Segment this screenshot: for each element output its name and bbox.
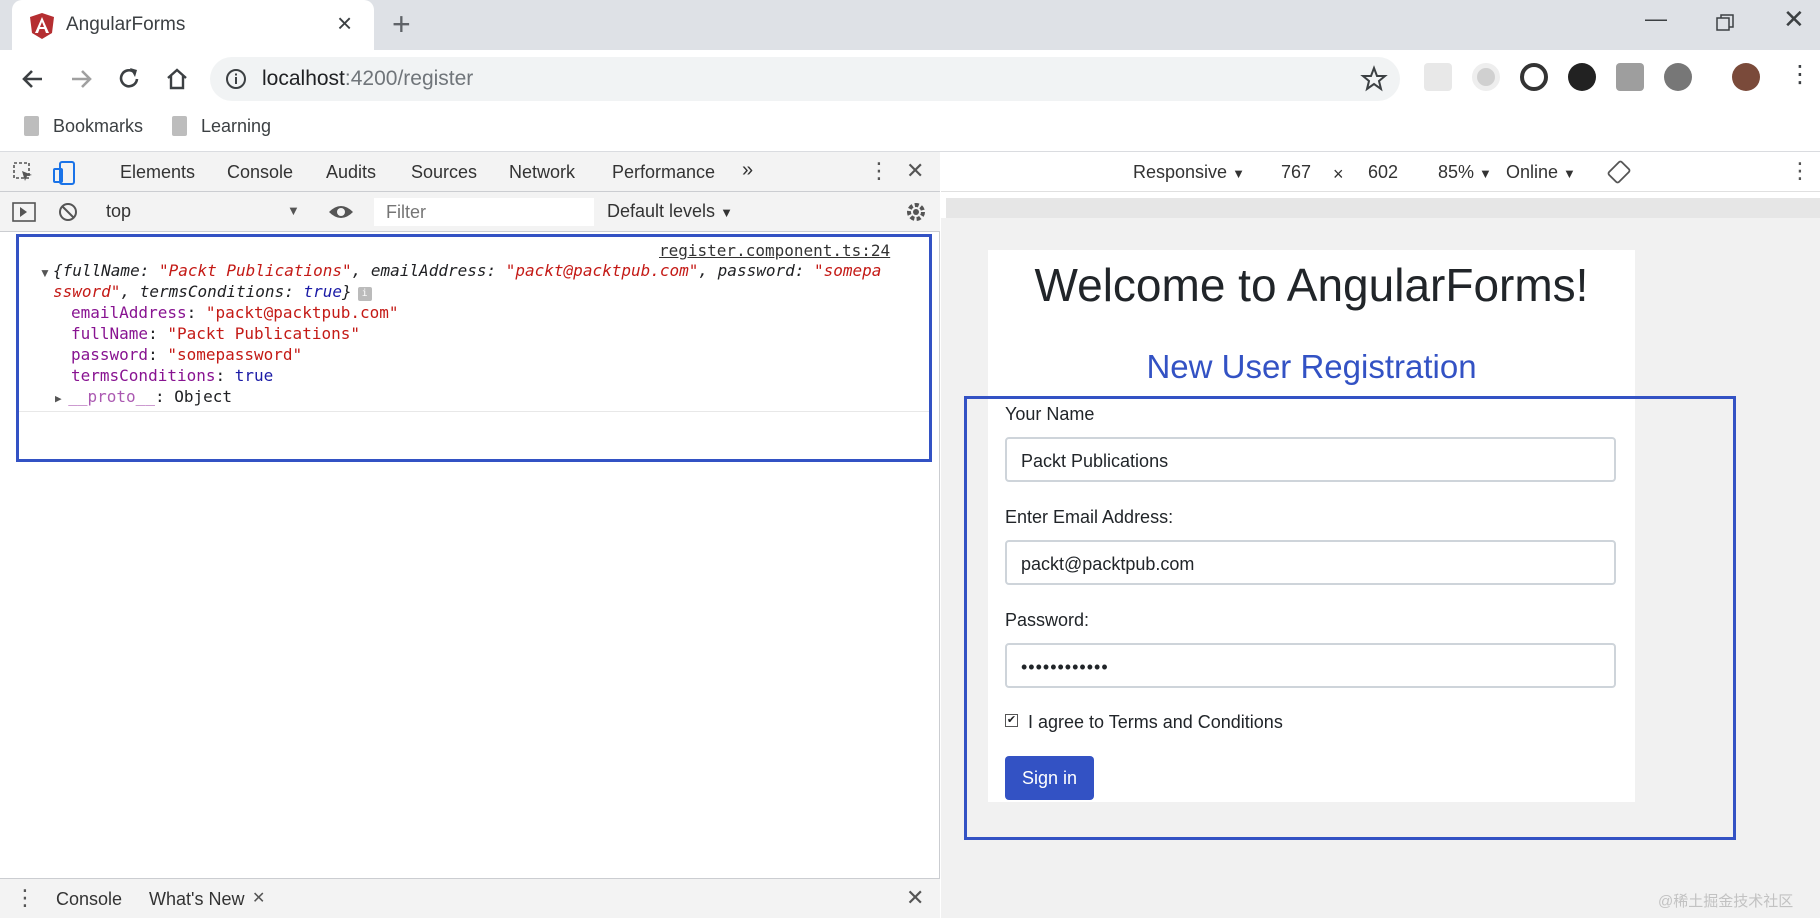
clear-console-icon[interactable]: [56, 200, 80, 224]
folder-icon: [172, 116, 187, 136]
tab-strip: AngularForms × + — ✕: [0, 0, 1820, 50]
name-field[interactable]: Packt Publications: [1005, 437, 1616, 482]
new-tab-icon[interactable]: +: [392, 8, 411, 40]
password-label: Password:: [1005, 610, 1090, 630]
device-toggle-icon[interactable]: [52, 160, 76, 186]
height-input[interactable]: 602: [1352, 158, 1414, 186]
media-query-ruler: [946, 198, 1820, 218]
object-property: emailAddress: "packt@packtpub.com": [71, 303, 399, 322]
object-proto[interactable]: ▶ __proto__: Object: [55, 387, 232, 406]
source-link[interactable]: register.component.ts:24: [659, 241, 890, 260]
drawer-tab-console[interactable]: Console: [56, 889, 122, 910]
settings-gear-icon[interactable]: [904, 200, 928, 224]
reload-icon[interactable]: [112, 62, 146, 96]
browser-toolbar: localhost:4200/register ⋮: [0, 50, 1820, 106]
network-dropdown[interactable]: Online ▼: [1506, 162, 1576, 183]
devtools-tabs: Elements Console Audits Sources Network …: [0, 152, 940, 194]
console-toolbar: top ▼ Default levels ▼: [0, 192, 940, 232]
chevron-down-icon[interactable]: ▼: [287, 203, 300, 218]
log-levels-dropdown[interactable]: Default levels ▼: [607, 201, 733, 222]
bookmark-item[interactable]: Bookmarks: [24, 116, 143, 137]
window-close-icon[interactable]: ✕: [1783, 4, 1805, 35]
menu-icon[interactable]: ⋮: [1788, 60, 1812, 89]
console-drawer: ⋮ Console What's New ✕ ✕: [0, 878, 940, 918]
rotate-icon[interactable]: [1607, 160, 1631, 184]
tab-title: AngularForms: [66, 14, 186, 35]
name-label: Your Name: [1005, 404, 1095, 424]
extension-icon[interactable]: [1520, 63, 1548, 91]
address-bar[interactable]: localhost:4200/register: [210, 57, 1400, 101]
form-title: New User Registration: [1146, 348, 1477, 385]
tab-sources[interactable]: Sources: [411, 162, 477, 183]
object-property: password: "somepassword": [71, 345, 303, 364]
camera-icon[interactable]: [1616, 63, 1644, 91]
devtools-panel: Elements Console Audits Sources Network …: [0, 152, 940, 918]
device-toolbar: Responsive ▼ 767 × 602 85% ▼ Online ▼ ⋮: [941, 152, 1820, 192]
site-info-icon[interactable]: [224, 67, 248, 91]
back-icon[interactable]: [16, 62, 50, 96]
inspect-icon[interactable]: [12, 161, 36, 185]
tab-console[interactable]: Console: [211, 162, 310, 194]
sidebar-toggle-icon[interactable]: [12, 201, 36, 223]
drawer-close-icon[interactable]: ✕: [906, 885, 924, 911]
device-menu-icon[interactable]: ⋮: [1789, 158, 1811, 184]
tab-performance[interactable]: Performance: [612, 162, 715, 183]
object-summary[interactable]: {fullName: "Packt Publications", emailAd…: [53, 260, 881, 302]
password-field[interactable]: ••••••••••••: [1005, 643, 1616, 688]
times-sign: ×: [1333, 164, 1344, 184]
bookmark-star-icon[interactable]: [1360, 65, 1388, 93]
info-icon: i: [357, 287, 372, 301]
extension-icon[interactable]: [1472, 63, 1500, 91]
email-field[interactable]: packt@packtpub.com: [1005, 540, 1616, 585]
drawer-tab-whats-new[interactable]: What's New: [149, 889, 244, 910]
width-input[interactable]: 767: [1265, 158, 1327, 186]
tab-network[interactable]: Network: [509, 162, 575, 183]
grammarly-icon[interactable]: [1664, 63, 1692, 91]
console-output: register.component.ts:24 ▼ {fullName: "P…: [0, 232, 940, 872]
bookmarks-bar: Bookmarks Learning: [0, 106, 1820, 152]
extension-icon[interactable]: [1424, 63, 1452, 91]
profile-avatar[interactable]: [1732, 63, 1760, 91]
devtools-close-icon[interactable]: ✕: [906, 158, 924, 184]
restore-icon[interactable]: [1716, 14, 1734, 32]
expand-triangle-icon[interactable]: ▼: [39, 266, 51, 280]
object-property: termsConditions: true: [71, 366, 274, 385]
drawer-menu-icon[interactable]: ⋮: [14, 885, 36, 911]
log-entry-highlight: register.component.ts:24 ▼ {fullName: "P…: [16, 234, 932, 462]
tab-elements[interactable]: Elements: [120, 162, 195, 183]
eye-icon[interactable]: [328, 202, 354, 222]
page-title: Welcome to AngularForms!: [1034, 259, 1589, 311]
device-mode-dropdown[interactable]: Responsive ▼: [1133, 162, 1245, 183]
email-label: Enter Email Address:: [1005, 507, 1174, 527]
extension-icon[interactable]: [1568, 63, 1596, 91]
devtools-menu-icon[interactable]: ⋮: [868, 158, 890, 184]
browser-tab[interactable]: AngularForms ×: [12, 0, 374, 50]
terms-label: I agree to Terms and Conditions: [1028, 712, 1283, 732]
folder-icon: [24, 116, 39, 136]
url-text: localhost:4200/register: [262, 67, 474, 90]
minimize-icon[interactable]: —: [1645, 6, 1667, 32]
zoom-dropdown[interactable]: 85% ▼: [1438, 162, 1492, 183]
bookmark-item[interactable]: Learning: [172, 116, 271, 137]
drawer-tab-close-icon[interactable]: ✕: [252, 888, 265, 908]
sign-in-button[interactable]: Sign in: [1005, 756, 1094, 800]
forward-icon[interactable]: [64, 62, 98, 96]
terms-checkbox[interactable]: ✔: [1005, 714, 1018, 727]
filter-input[interactable]: [374, 198, 594, 226]
object-property: fullName: "Packt Publications": [71, 324, 360, 343]
watermark: @稀土掘金技术社区: [1658, 893, 1794, 910]
tab-audits[interactable]: Audits: [326, 162, 376, 183]
tab-close-icon[interactable]: ×: [337, 10, 352, 36]
more-tabs-icon[interactable]: »: [742, 159, 753, 182]
divider: [19, 411, 929, 412]
context-select[interactable]: top: [106, 201, 131, 222]
home-icon[interactable]: [160, 62, 194, 96]
angular-icon: [30, 13, 54, 39]
